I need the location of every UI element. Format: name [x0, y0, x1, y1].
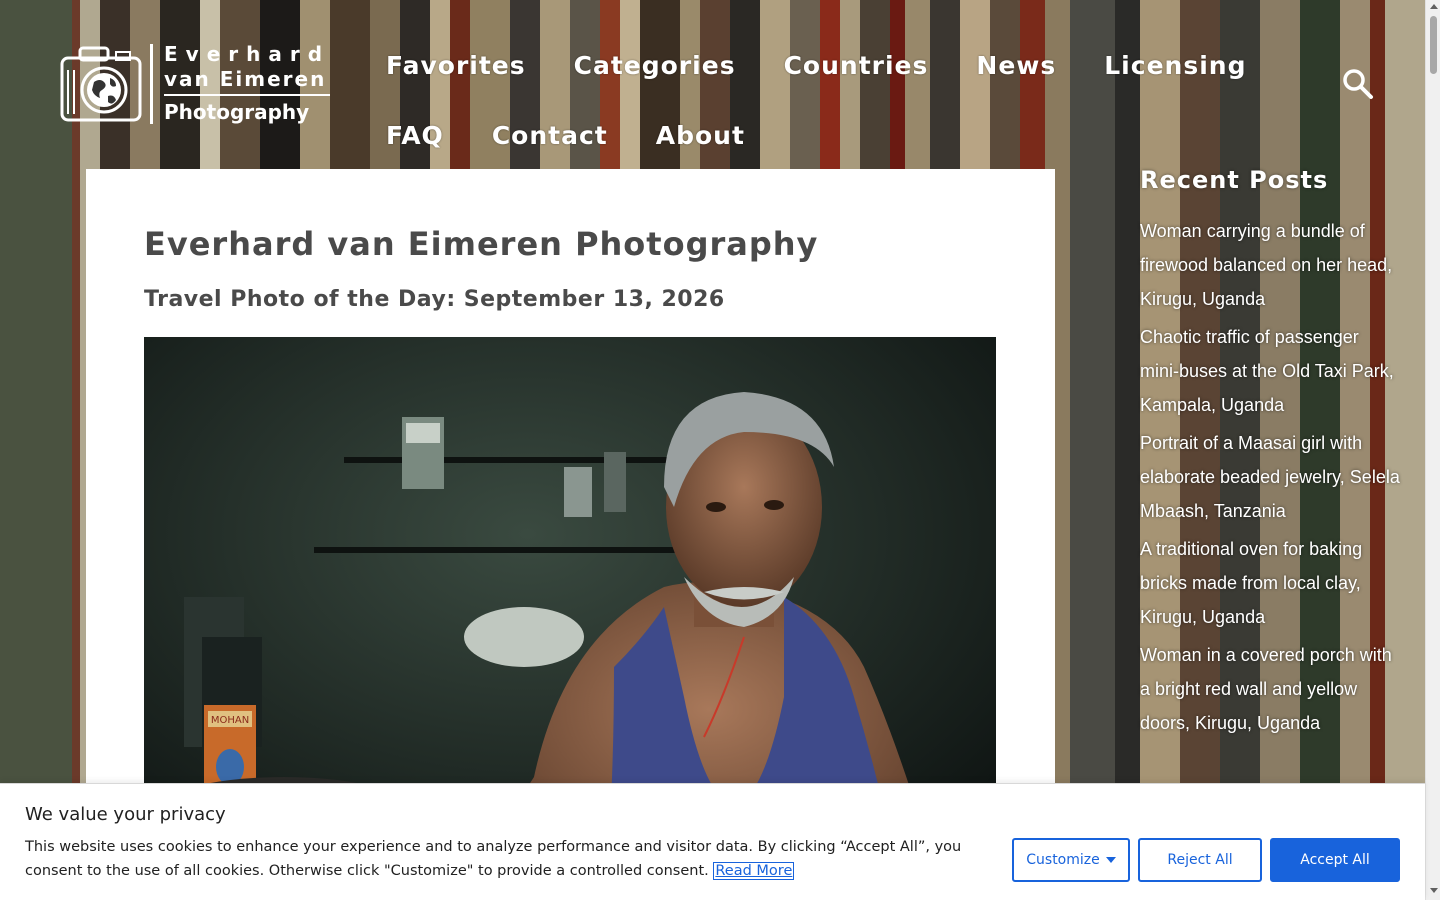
- logo-line-3: Photography: [164, 94, 331, 128]
- tin-label: MOHAN: [211, 715, 249, 726]
- recent-post-5[interactable]: Woman in a covered porch with a bright r…: [1140, 638, 1400, 740]
- recent-post-3[interactable]: Portrait of a Maasai girl with elaborate…: [1140, 426, 1400, 528]
- read-more-link[interactable]: Read More: [713, 862, 795, 880]
- recent-post-2[interactable]: Chaotic traffic of passenger mini-buses …: [1140, 320, 1400, 422]
- caret-down-icon: [1105, 857, 1116, 863]
- page-title: Everhard van Eimeren Photography: [144, 225, 819, 263]
- site-header: Everhard van Eimeren Photography Favorit…: [0, 0, 1425, 170]
- cookie-consent-banner: We value your privacy This website uses …: [0, 783, 1425, 900]
- cookie-description: This website uses cookies to enhance you…: [25, 835, 1005, 883]
- search-button[interactable]: [1340, 66, 1376, 102]
- recent-post-1[interactable]: Woman carrying a bundle of firewood bala…: [1140, 214, 1400, 316]
- nav-row-2: FAQ Contact About: [386, 100, 1286, 170]
- nav-item-favorites[interactable]: Favorites: [386, 51, 526, 80]
- logo-wordmark: Everhard van Eimeren Photography: [164, 42, 331, 128]
- logo-divider: [150, 44, 153, 124]
- customize-button[interactable]: Customize: [1012, 838, 1130, 882]
- sidebar-title: Recent Posts: [1140, 166, 1329, 194]
- nav-item-news[interactable]: News: [976, 51, 1056, 80]
- sidebar-recent-posts: Recent Posts Woman carrying a bundle of …: [1140, 166, 1400, 744]
- nav-item-contact[interactable]: Contact: [492, 121, 608, 150]
- nav-item-about[interactable]: About: [656, 121, 745, 150]
- nav-item-faq[interactable]: FAQ: [386, 121, 444, 150]
- main-navigation: Favorites Categories Countries News Lice…: [386, 30, 1286, 170]
- scroll-thumb[interactable]: [1430, 16, 1437, 74]
- nav-item-licensing[interactable]: Licensing: [1104, 51, 1246, 80]
- logo-line-2: van Eimeren: [164, 67, 327, 91]
- accept-all-button[interactable]: Accept All: [1270, 838, 1400, 882]
- scroll-down-arrow-icon[interactable]: [1430, 888, 1438, 893]
- nav-row-1: Favorites Categories Countries News Lice…: [386, 30, 1286, 100]
- reject-all-button[interactable]: Reject All: [1138, 838, 1262, 882]
- cookie-text: This website uses cookies to enhance you…: [25, 839, 962, 879]
- page-scrollbar[interactable]: [1425, 0, 1440, 900]
- recent-post-4[interactable]: A traditional oven for baking bricks mad…: [1140, 532, 1400, 634]
- search-icon: [1343, 69, 1373, 99]
- nav-item-countries[interactable]: Countries: [784, 51, 929, 80]
- logo-line-1: Everhard: [164, 42, 331, 66]
- post-title[interactable]: Travel Photo of the Day: September 13, 2…: [144, 287, 725, 312]
- cookie-title: We value your privacy: [25, 804, 226, 825]
- nav-item-categories[interactable]: Categories: [574, 51, 736, 80]
- customize-label: Customize: [1026, 852, 1100, 868]
- site-logo[interactable]: Everhard van Eimeren Photography: [60, 42, 331, 128]
- scroll-up-arrow-icon[interactable]: [1430, 4, 1438, 9]
- camera-globe-icon: [60, 46, 142, 122]
